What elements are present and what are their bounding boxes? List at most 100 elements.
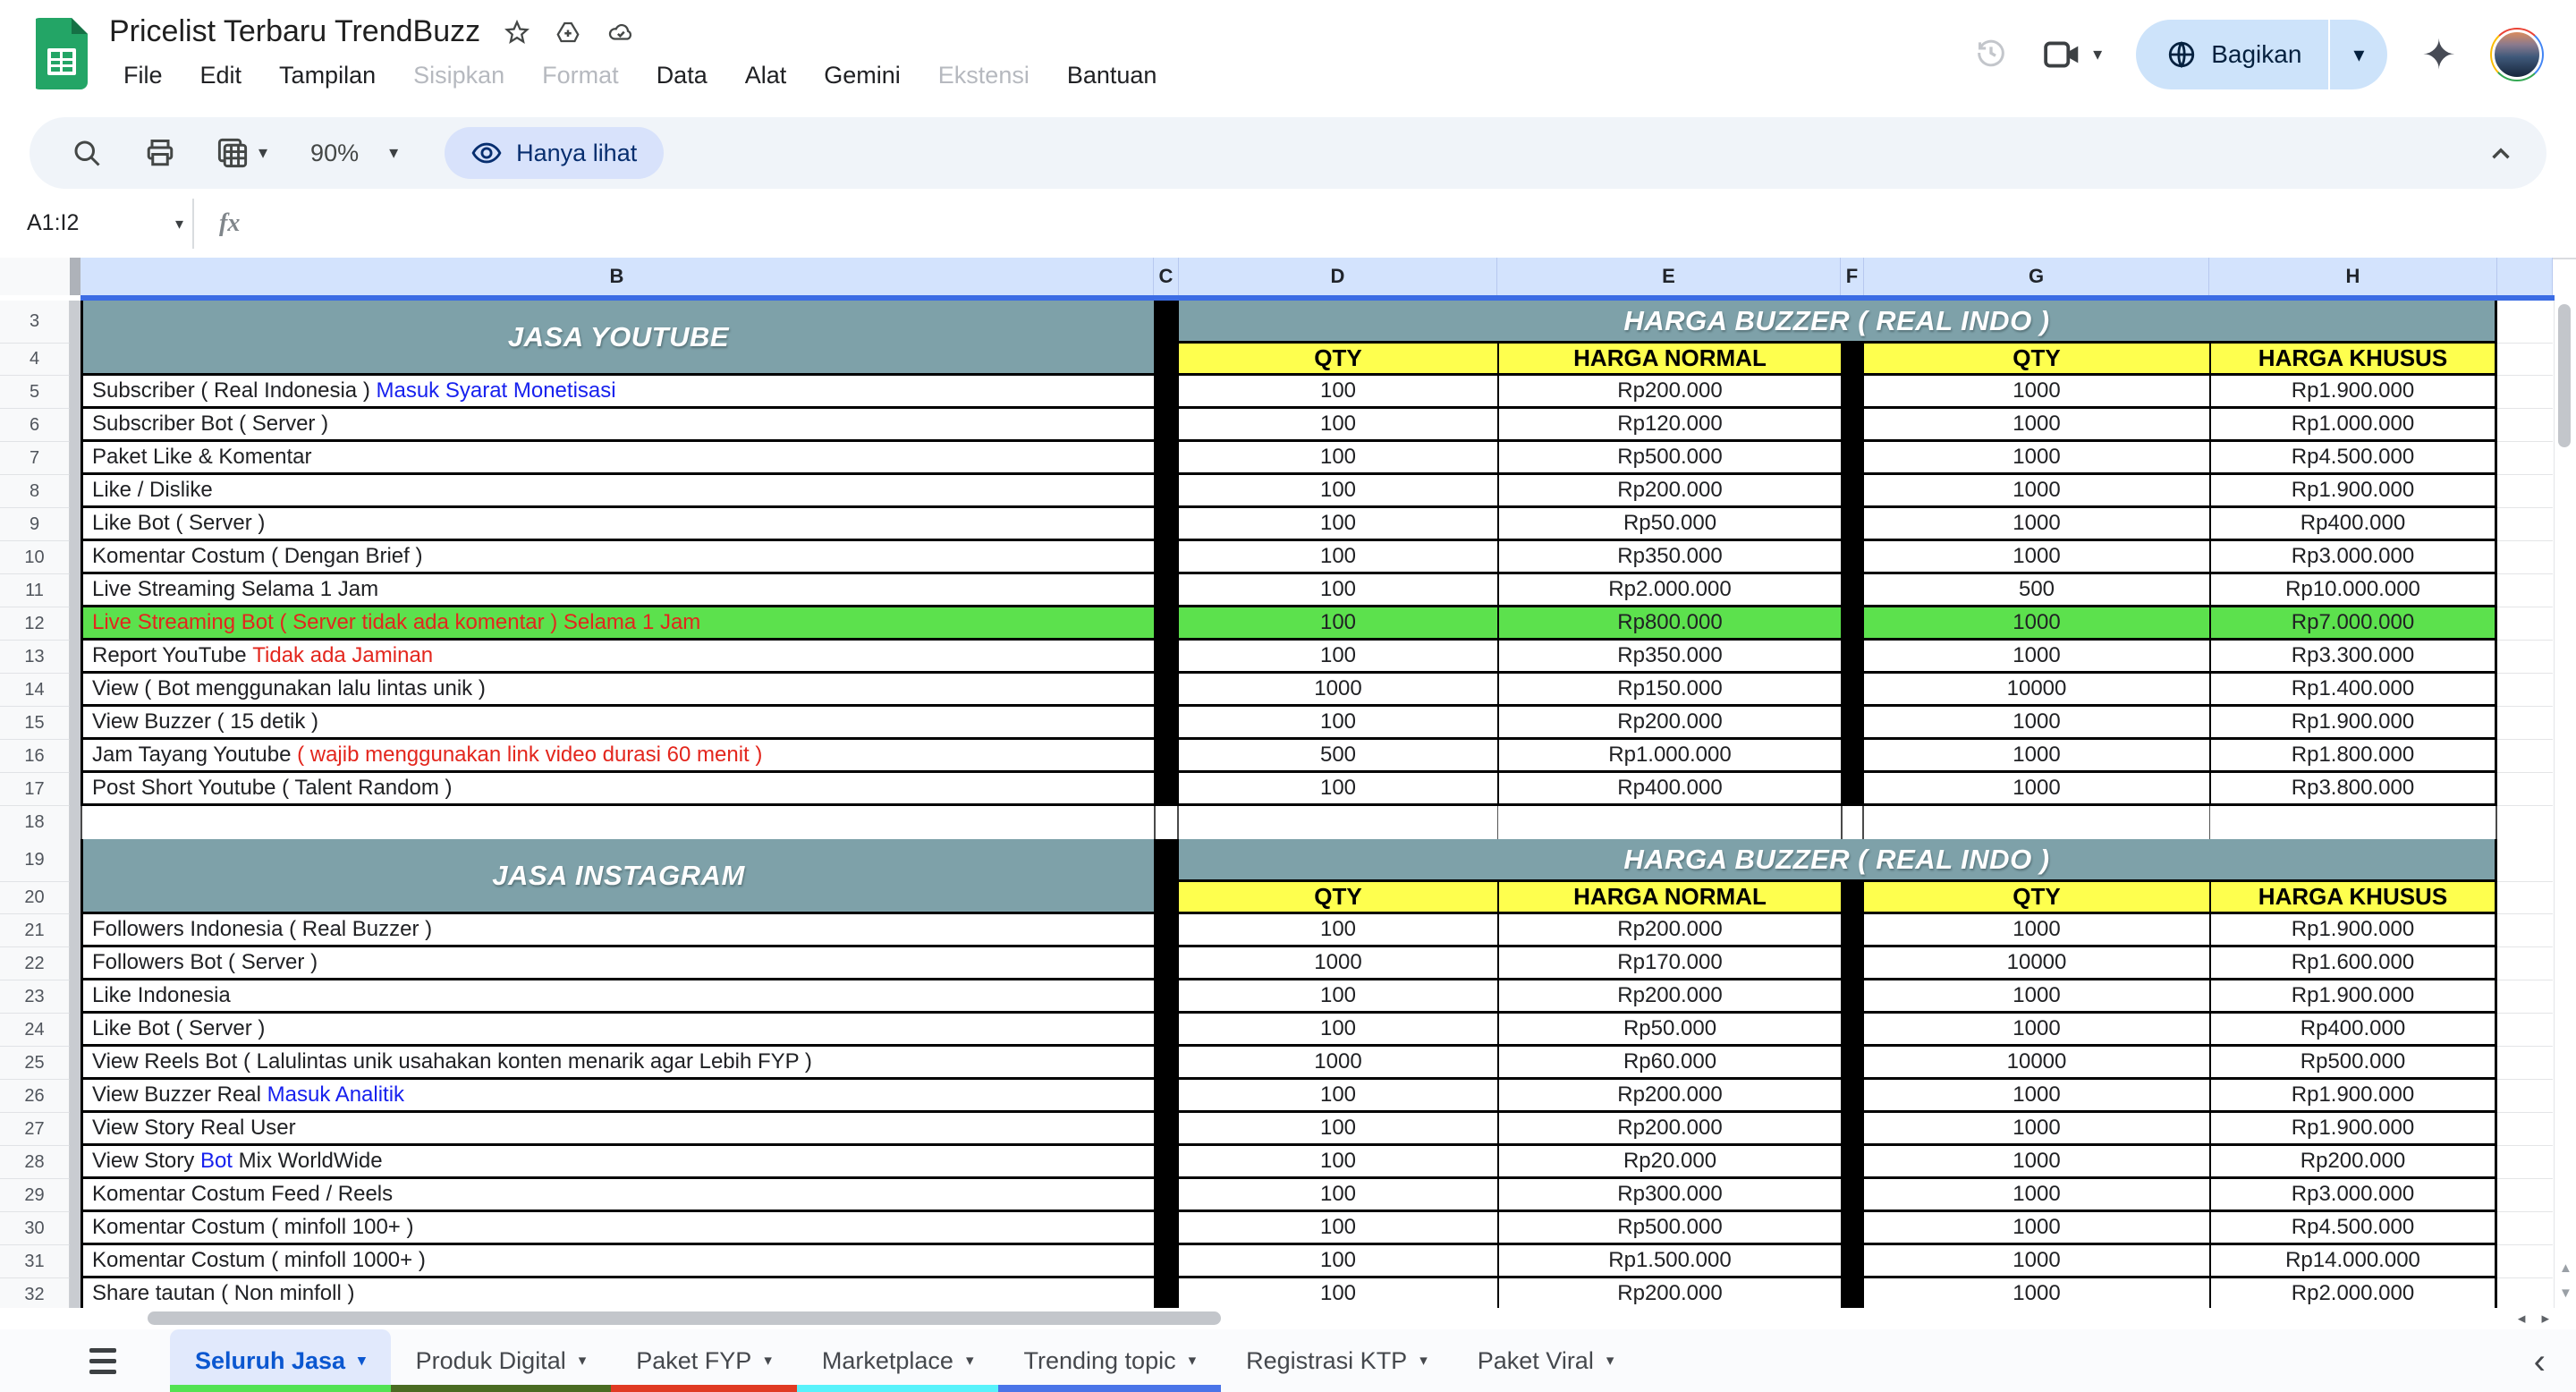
price-column-header[interactable]: QTY <box>1179 882 1497 914</box>
price-cell[interactable]: Rp400.000 <box>2209 508 2497 541</box>
tab-produk-digital[interactable]: Produk Digital▾ <box>391 1329 612 1392</box>
service-name-cell[interactable]: Subscriber Bot ( Server ) <box>80 409 1154 442</box>
column-header-D[interactable]: D <box>1179 258 1497 295</box>
cell-I[interactable] <box>2497 409 2553 442</box>
price-cell[interactable]: Rp50.000 <box>1497 1014 1841 1047</box>
cell-I[interactable] <box>2497 442 2553 475</box>
cell-I[interactable] <box>2497 344 2553 376</box>
tab-paket-viral[interactable]: Paket Viral▾ <box>1453 1329 1640 1392</box>
price-cell[interactable]: Rp500.000 <box>1497 442 1841 475</box>
row-header-22[interactable]: 22 <box>0 947 70 980</box>
share-dropdown[interactable]: ▾ <box>2330 20 2387 89</box>
service-name-cell[interactable]: Komentar Costum ( minfoll 1000+ ) <box>80 1245 1154 1278</box>
scroll-left-icon[interactable]: ◂ <box>2518 1310 2526 1328</box>
name-box-caret-icon[interactable]: ▾ <box>175 216 183 232</box>
price-cell[interactable]: Rp4.500.000 <box>2209 1212 2497 1245</box>
service-name-cell[interactable]: View Reels Bot ( Lalulintas unik usahaka… <box>80 1047 1154 1080</box>
row-header-25[interactable]: 25 <box>0 1047 70 1080</box>
cell-I[interactable] <box>2497 947 2553 980</box>
empty-cell[interactable] <box>1497 806 1841 839</box>
price-cell[interactable]: Rp3.300.000 <box>2209 641 2497 674</box>
price-cell[interactable]: 100 <box>1179 773 1497 806</box>
sheets-logo-icon[interactable] <box>36 18 88 89</box>
price-cell[interactable]: Rp150.000 <box>1497 674 1841 707</box>
price-cell[interactable]: 1000 <box>1179 947 1497 980</box>
empty-cell[interactable] <box>1864 806 2209 839</box>
service-name-cell[interactable]: Followers Indonesia ( Real Buzzer ) <box>80 914 1154 947</box>
price-cell[interactable]: Rp200.000 <box>1497 376 1841 409</box>
column-header-C[interactable]: C <box>1154 258 1179 295</box>
price-cell[interactable]: 100 <box>1179 574 1497 607</box>
price-cell[interactable]: 1000 <box>1864 773 2209 806</box>
menu-alat[interactable]: Alat <box>731 58 801 93</box>
price-cell[interactable]: 1000 <box>1864 475 2209 508</box>
price-cell[interactable]: 1000 <box>1864 641 2209 674</box>
price-cell[interactable]: Rp60.000 <box>1497 1047 1841 1080</box>
price-cell[interactable]: 100 <box>1179 1080 1497 1113</box>
tab-caret-icon[interactable]: ▾ <box>579 1352 587 1370</box>
cell-link[interactable]: Masuk Analitik <box>267 1082 404 1108</box>
row-header-15[interactable]: 15 <box>0 707 70 740</box>
cell-link[interactable]: Masuk Syarat Monetisasi <box>376 378 615 403</box>
price-cell[interactable]: Rp350.000 <box>1497 541 1841 574</box>
price-cell[interactable]: Rp200.000 <box>1497 1278 1841 1308</box>
price-cell[interactable]: Rp200.000 <box>2209 1146 2497 1179</box>
account-avatar[interactable] <box>2490 28 2544 81</box>
price-cell[interactable]: 100 <box>1179 1014 1497 1047</box>
row-header-30[interactable]: 30 <box>0 1212 70 1245</box>
scroll-up-icon[interactable]: ▲ <box>2559 1260 2572 1276</box>
price-cell[interactable]: 1000 <box>1864 914 2209 947</box>
service-name-cell[interactable]: Komentar Costum ( Dengan Brief ) <box>80 541 1154 574</box>
price-column-header[interactable]: QTY <box>1864 882 2209 914</box>
row-header-17[interactable]: 17 <box>0 773 70 806</box>
price-cell[interactable]: Rp400.000 <box>2209 1014 2497 1047</box>
tab-caret-icon[interactable]: ▾ <box>1606 1352 1614 1370</box>
cell-I[interactable] <box>2497 1212 2553 1245</box>
price-cell[interactable]: 500 <box>1179 740 1497 773</box>
price-cell[interactable]: 1000 <box>1864 409 2209 442</box>
price-cell[interactable]: Rp1.000.000 <box>1497 740 1841 773</box>
band-title-cell[interactable]: HARGA BUZZER ( REAL INDO ) <box>1179 301 2497 344</box>
cell-I[interactable] <box>2497 475 2553 508</box>
service-name-cell[interactable]: Live Streaming Selama 1 Jam <box>80 574 1154 607</box>
price-cell[interactable]: Rp50.000 <box>1497 508 1841 541</box>
price-cell[interactable]: Rp200.000 <box>1497 980 1841 1014</box>
price-cell[interactable]: 100 <box>1179 980 1497 1014</box>
row-header-20[interactable]: 20 <box>0 882 70 914</box>
tab-caret-icon[interactable]: ▾ <box>358 1352 366 1370</box>
price-cell[interactable]: Rp1.000.000 <box>2209 409 2497 442</box>
cell-I[interactable] <box>2497 1113 2553 1146</box>
price-cell[interactable]: 1000 <box>1864 607 2209 641</box>
zoom-caret-icon[interactable]: ▾ <box>389 144 398 162</box>
tab-scroll-left-icon[interactable]: ‹ <box>2534 1342 2546 1382</box>
price-cell[interactable]: Rp1.500.000 <box>1497 1245 1841 1278</box>
cell-I[interactable] <box>2497 1146 2553 1179</box>
separator-column[interactable] <box>1841 344 1864 376</box>
price-cell[interactable]: Rp1.900.000 <box>2209 914 2497 947</box>
price-cell[interactable]: Rp500.000 <box>2209 1047 2497 1080</box>
filter-views-caret-icon[interactable]: ▾ <box>258 144 267 162</box>
service-name-cell[interactable]: View Buzzer ( 15 detik ) <box>80 707 1154 740</box>
row-header-27[interactable]: 27 <box>0 1113 70 1146</box>
price-cell[interactable]: 100 <box>1179 376 1497 409</box>
price-cell[interactable]: Rp1.400.000 <box>2209 674 2497 707</box>
cell-I[interactable] <box>2497 1014 2553 1047</box>
price-cell[interactable]: 100 <box>1179 1278 1497 1308</box>
tab-registrasi-ktp[interactable]: Registrasi KTP▾ <box>1221 1329 1453 1392</box>
formula-input[interactable] <box>240 189 2576 258</box>
price-cell[interactable]: Rp200.000 <box>1497 914 1841 947</box>
cell-I[interactable] <box>2497 674 2553 707</box>
row-header-10[interactable]: 10 <box>0 541 70 574</box>
menu-format[interactable]: Format <box>528 58 633 93</box>
price-cell[interactable]: Rp1.800.000 <box>2209 740 2497 773</box>
row-header-18[interactable]: 18 <box>0 806 70 839</box>
price-cell[interactable]: Rp300.000 <box>1497 1179 1841 1212</box>
cell-I[interactable] <box>2497 1179 2553 1212</box>
tab-caret-icon[interactable]: ▾ <box>1419 1352 1428 1370</box>
menu-ekstensi[interactable]: Ekstensi <box>924 58 1044 93</box>
row-header-7[interactable]: 7 <box>0 442 70 475</box>
service-name-cell[interactable]: Followers Bot ( Server ) <box>80 947 1154 980</box>
empty-cell[interactable] <box>2209 806 2497 839</box>
price-cell[interactable]: Rp2.000.000 <box>1497 574 1841 607</box>
price-cell[interactable]: 1000 <box>1864 1014 2209 1047</box>
